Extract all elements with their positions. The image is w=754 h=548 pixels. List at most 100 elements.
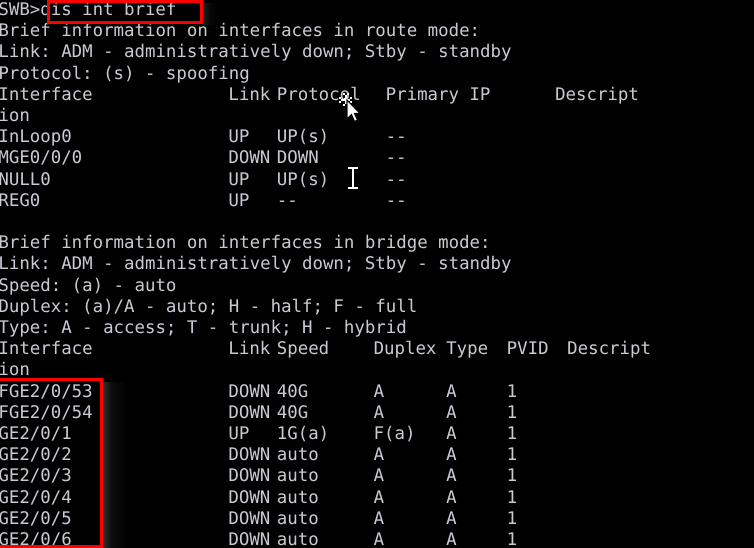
row-protocol: UP(s): [276, 127, 330, 148]
row-speed: 40G: [276, 402, 309, 423]
route-legend-protocol: Protocol: (s) - spoofing: [0, 63, 250, 84]
row-pvid: 1: [506, 445, 518, 466]
row-type: A: [446, 508, 457, 529]
bridge-legend-speed: Speed: (a) - auto: [0, 275, 177, 296]
command-text: dis int brief: [40, 0, 177, 20]
table-row: GE2/0/4 DOWN auto A A 1: [0, 488, 517, 509]
row-primary-ip: --: [385, 169, 407, 190]
table-row: FGE2/0/53 DOWN 40G A A 1: [0, 382, 517, 403]
route-heading: Brief information on interfaces in route…: [0, 21, 481, 42]
bridge-heading: Brief information on interfaces in bridg…: [0, 233, 491, 254]
row-pvid: 1: [506, 487, 518, 508]
row-interface: REG0: [0, 190, 41, 211]
row-link: DOWN: [228, 466, 271, 487]
table-row: GE2/0/2 DOWN auto A A 1: [0, 445, 517, 466]
row-interface: NULL0: [0, 169, 51, 190]
header-duplex: Duplex: [373, 339, 437, 360]
row-speed: auto: [276, 508, 319, 529]
table-row: GE2/0/6 DOWN auto A A 1: [0, 530, 517, 548]
row-duplex: A: [373, 402, 385, 423]
bridge-legend-duplex: Duplex: (a)/A - auto; H - half; F - full: [0, 296, 418, 317]
row-type: A: [446, 487, 457, 508]
row-duplex: A: [373, 466, 385, 487]
table-row: InLoop0 UP UP(s) --: [0, 127, 407, 148]
table-row: GE2/0/3 DOWN auto A A 1: [0, 466, 517, 487]
header-protocol: Protocol: [276, 84, 361, 105]
row-link: DOWN: [228, 508, 271, 529]
row-interface: GE2/0/5: [0, 508, 72, 529]
table-row: FGE2/0/54 DOWN 40G A A 1: [0, 403, 517, 424]
route-table-header: Interface Link Protocol Primary IP Descript: [0, 85, 639, 106]
header-type: Type: [446, 339, 489, 360]
header-description: Descript: [567, 339, 651, 360]
bridge-table-header: Interface Link Speed Duplex Type PVID Descript: [0, 339, 651, 360]
table-row: GE2/0/1 UP 1G(a) F(a) A 1: [0, 424, 517, 445]
row-duplex: A: [373, 508, 385, 529]
row-type: A: [446, 445, 457, 466]
table-row: MGE0/0/0 DOWN DOWN --: [0, 148, 407, 169]
header-interface: Interface: [0, 339, 93, 360]
row-protocol: UP(s): [276, 169, 330, 190]
route-legend-link: Link: ADM - administratively down; Stby …: [0, 42, 512, 63]
row-link: UP: [228, 127, 250, 148]
row-interface: GE2/0/6: [0, 530, 72, 548]
row-type: A: [446, 530, 457, 548]
row-link: DOWN: [228, 381, 271, 402]
table-row: REG0 UP -- --: [0, 191, 407, 212]
row-duplex: A: [373, 381, 385, 402]
table-row: GE2/0/5 DOWN auto A A 1: [0, 509, 517, 530]
row-speed: auto: [276, 530, 319, 548]
bridge-table-header-wrap: ion: [0, 360, 30, 381]
row-interface: GE2/0/1: [0, 424, 72, 444]
terminal-window[interactable]: <SWB>dis int brief Brief information on …: [0, 0, 754, 548]
row-pvid: 1: [506, 530, 518, 548]
row-link: DOWN: [228, 487, 271, 508]
row-interface: GE2/0/2: [0, 445, 72, 466]
bridge-legend-type: Type: A - access; T - trunk; H - hybrid: [0, 318, 407, 338]
row-speed: auto: [276, 445, 319, 466]
row-interface: MGE0/0/0: [0, 148, 83, 169]
row-link: UP: [228, 190, 250, 211]
row-pvid: 1: [506, 402, 518, 423]
row-link: DOWN: [228, 445, 271, 466]
row-interface: FGE2/0/53: [0, 381, 93, 402]
row-interface: InLoop0: [0, 127, 72, 148]
header-link: Link: [228, 339, 271, 360]
header-link: Link: [228, 84, 271, 105]
row-protocol: --: [276, 190, 298, 211]
row-pvid: 1: [506, 508, 518, 529]
header-speed: Speed: [276, 339, 330, 360]
row-pvid: 1: [506, 381, 518, 402]
row-speed: 1G(a): [276, 424, 330, 444]
row-speed: 40G: [276, 381, 309, 402]
row-primary-ip: --: [385, 127, 407, 148]
table-row: NULL0 UP UP(s) --: [0, 170, 407, 191]
header-primary-ip: Primary IP: [385, 84, 491, 105]
console-output: <SWB>dis int brief Brief information on …: [0, 0, 754, 548]
row-pvid: 1: [506, 466, 518, 487]
row-interface: FGE2/0/54: [0, 402, 93, 423]
row-primary-ip: --: [385, 190, 407, 211]
row-duplex: F(a): [373, 424, 416, 444]
row-link: DOWN: [228, 530, 271, 548]
header-interface: Interface: [0, 84, 93, 105]
row-type: A: [446, 424, 457, 444]
row-speed: auto: [276, 466, 319, 487]
row-link: UP: [228, 169, 250, 190]
row-primary-ip: --: [385, 148, 407, 169]
row-type: A: [446, 466, 457, 487]
row-duplex: A: [373, 487, 385, 508]
row-link: UP: [228, 424, 250, 444]
route-table-header-wrap: ion: [0, 106, 30, 126]
header-pvid: PVID: [506, 339, 549, 360]
bridge-legend-link: Link: ADM - administratively down; Stby …: [0, 254, 512, 275]
header-description: Descript: [555, 84, 639, 105]
row-type: A: [446, 402, 457, 423]
row-link: DOWN: [228, 402, 271, 423]
row-link: DOWN: [228, 148, 271, 169]
row-duplex: A: [373, 445, 385, 466]
row-speed: auto: [276, 487, 319, 508]
prompt-text: <SWB>: [0, 0, 41, 20]
row-interface: GE2/0/4: [0, 487, 72, 508]
row-pvid: 1: [506, 424, 518, 444]
